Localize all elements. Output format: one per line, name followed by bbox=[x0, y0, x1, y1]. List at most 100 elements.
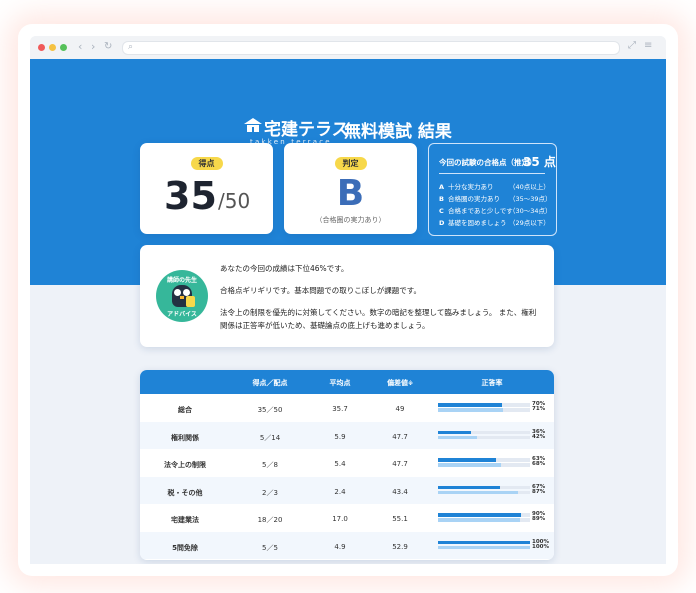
close-window-button[interactable] bbox=[38, 44, 45, 51]
grade-value: B bbox=[336, 173, 365, 214]
grade-note: （合格圏の実力あり） bbox=[315, 216, 386, 224]
pass-heading: 今回の試験の合格点（推定） bbox=[439, 158, 537, 167]
my-rate-bar bbox=[438, 540, 530, 544]
average-rate-label: 87% bbox=[532, 488, 546, 495]
subject-cell: 税・その他 bbox=[167, 488, 203, 497]
advice-rank: あなたの今回の成績は下位46%です。 bbox=[220, 264, 349, 273]
table-row: 5問免除 5／5 4.9 52.9 100% 100% bbox=[140, 531, 554, 559]
level-range: （40点以上） bbox=[509, 183, 550, 191]
divider bbox=[439, 173, 545, 174]
average-cell: 35.7 bbox=[332, 405, 348, 413]
header-deviation-label: 偏差値 bbox=[387, 379, 409, 387]
header-deviation-note: ※ bbox=[408, 381, 413, 387]
pass-info-box: 今回の試験の合格点（推定） 35 点 A 十分な実力あり （40点以上） B 合格圏の… bbox=[428, 143, 557, 236]
maximize-window-button[interactable] bbox=[60, 44, 67, 51]
my-rate-bar bbox=[438, 458, 496, 462]
grade-card: 判定 B （合格圏の実力あり） bbox=[284, 143, 417, 234]
page-title: 無料模試 結果 bbox=[344, 122, 452, 142]
average-rate-bar-track bbox=[438, 490, 530, 494]
advisor-badge: 講師の先生 アドバイス bbox=[156, 270, 208, 322]
minimize-window-button[interactable] bbox=[49, 44, 56, 51]
table-row: 総合 35／50 35.7 49 70% 71% bbox=[140, 394, 554, 422]
deviation-cell: 47.7 bbox=[392, 460, 408, 468]
score-cell: 5／5 bbox=[262, 543, 278, 552]
average-rate-label: 71% bbox=[532, 406, 546, 412]
level-grade: C bbox=[439, 207, 444, 215]
subject-cell: 5問免除 bbox=[172, 543, 198, 552]
score-cell: 35／50 bbox=[257, 406, 283, 414]
advice-card: 講師の先生 アドバイス あなたの今回の成績は下位46%です。 合格点ギリギリです… bbox=[140, 245, 554, 347]
my-rate-bar-track bbox=[438, 513, 530, 517]
level-text: 合格まであと少しです bbox=[448, 207, 513, 215]
level-grade: B bbox=[439, 195, 444, 203]
expand-icon[interactable]: ⤢ bbox=[628, 40, 636, 51]
average-rate-bar bbox=[438, 518, 520, 522]
score-cell: 18／20 bbox=[257, 516, 283, 524]
level-range: （30〜34点） bbox=[509, 207, 552, 215]
average-rate-label: 68% bbox=[532, 461, 546, 467]
deviation-cell: 49 bbox=[395, 405, 405, 413]
my-rate-bar-track bbox=[438, 540, 530, 544]
deviation-cell: 52.9 bbox=[392, 542, 408, 551]
level-text: 合格圏の実力あり bbox=[448, 195, 500, 203]
level-range: （29点以下） bbox=[509, 219, 550, 227]
browser-window: ‹ › ↻ ⌕ ⤢ ≡ 宅建テラス takken terrace 無料模試 結果… bbox=[30, 36, 666, 564]
advice-detail-1: 法令上の制限を優先的に対策してください。数字の暗記を整理して臨みましょう。 また… bbox=[220, 308, 537, 317]
average-rate-bar bbox=[438, 408, 504, 412]
score-cell: 2／3 bbox=[262, 488, 278, 497]
my-rate-bar bbox=[438, 403, 503, 407]
average-rate-bar-track bbox=[438, 518, 530, 522]
grade-label: 判定 bbox=[334, 157, 367, 170]
address-bar[interactable]: ⌕ bbox=[122, 41, 620, 55]
average-rate-bar bbox=[438, 435, 477, 439]
score-card: 得点 35 /50 bbox=[140, 143, 273, 234]
my-rate-bar-track bbox=[438, 458, 530, 462]
level-text: 十分な実力あり bbox=[448, 183, 494, 191]
average-rate-bar bbox=[438, 490, 519, 494]
my-rate-bar bbox=[438, 430, 472, 434]
subject-cell: 法令上の制限 bbox=[164, 461, 206, 469]
pass-score: 35 点 bbox=[523, 155, 556, 169]
header-rate: 正答率 bbox=[481, 379, 503, 387]
table-row: 税・その他 2／3 2.4 43.4 67% 87% bbox=[140, 476, 554, 504]
average-rate-bar-track bbox=[438, 435, 530, 439]
score-cell: 5／14 bbox=[259, 433, 281, 442]
score-total: /50 bbox=[218, 189, 251, 213]
subject-cell: 権利関係 bbox=[171, 433, 199, 442]
badge-top-text: 講師の先生 bbox=[166, 277, 197, 284]
level-grade: D bbox=[439, 219, 445, 227]
average-cell: 4.9 bbox=[334, 542, 346, 551]
average-cell: 5.4 bbox=[334, 460, 346, 468]
level-range: （35〜39点） bbox=[509, 195, 552, 203]
average-rate-bar-track bbox=[438, 463, 530, 467]
house-icon bbox=[244, 118, 262, 132]
deviation-cell: 43.4 bbox=[392, 487, 408, 496]
my-rate-bar bbox=[438, 513, 521, 517]
table-row: 権利関係 5／14 5.9 47.7 36% 42% bbox=[140, 421, 554, 449]
subject-cell: 宅建業法 bbox=[171, 516, 199, 524]
subject-cell: 総合 bbox=[178, 406, 192, 414]
back-icon[interactable]: ‹ bbox=[78, 40, 82, 53]
header-average: 平均点 bbox=[329, 379, 351, 387]
my-rate-bar-track bbox=[438, 485, 530, 489]
my-rate-bar bbox=[438, 485, 500, 489]
forward-icon[interactable]: › bbox=[91, 40, 95, 53]
reload-icon[interactable]: ↻ bbox=[104, 41, 112, 52]
level-text: 基礎を固めましょう bbox=[448, 219, 507, 227]
header-deviation: 偏差値※ bbox=[387, 378, 413, 388]
my-rate-bar-track bbox=[438, 430, 530, 434]
average-rate-label: 100% bbox=[532, 543, 549, 550]
table-row: 法令上の制限 5／8 5.4 47.7 63% 68% bbox=[140, 449, 554, 477]
average-rate-label: 42% bbox=[532, 433, 546, 440]
table-row: 宅建業法 18／20 17.0 55.1 90% 89% bbox=[140, 504, 554, 532]
search-icon: ⌕ bbox=[128, 42, 134, 52]
score-cell: 5／8 bbox=[262, 461, 278, 469]
average-rate-bar bbox=[438, 463, 501, 467]
average-cell: 2.4 bbox=[334, 487, 346, 496]
menu-icon[interactable]: ≡ bbox=[644, 40, 652, 51]
brand-name: 宅建テラス bbox=[264, 120, 349, 140]
average-rate-bar bbox=[438, 545, 530, 549]
advice-detail-2: 関係は正答率が低いため、基礎論点の底上げも進めましょう。 bbox=[220, 321, 430, 330]
average-cell: 17.0 bbox=[332, 515, 348, 523]
level-row: A 十分な実力あり （40点以上） bbox=[439, 181, 550, 191]
